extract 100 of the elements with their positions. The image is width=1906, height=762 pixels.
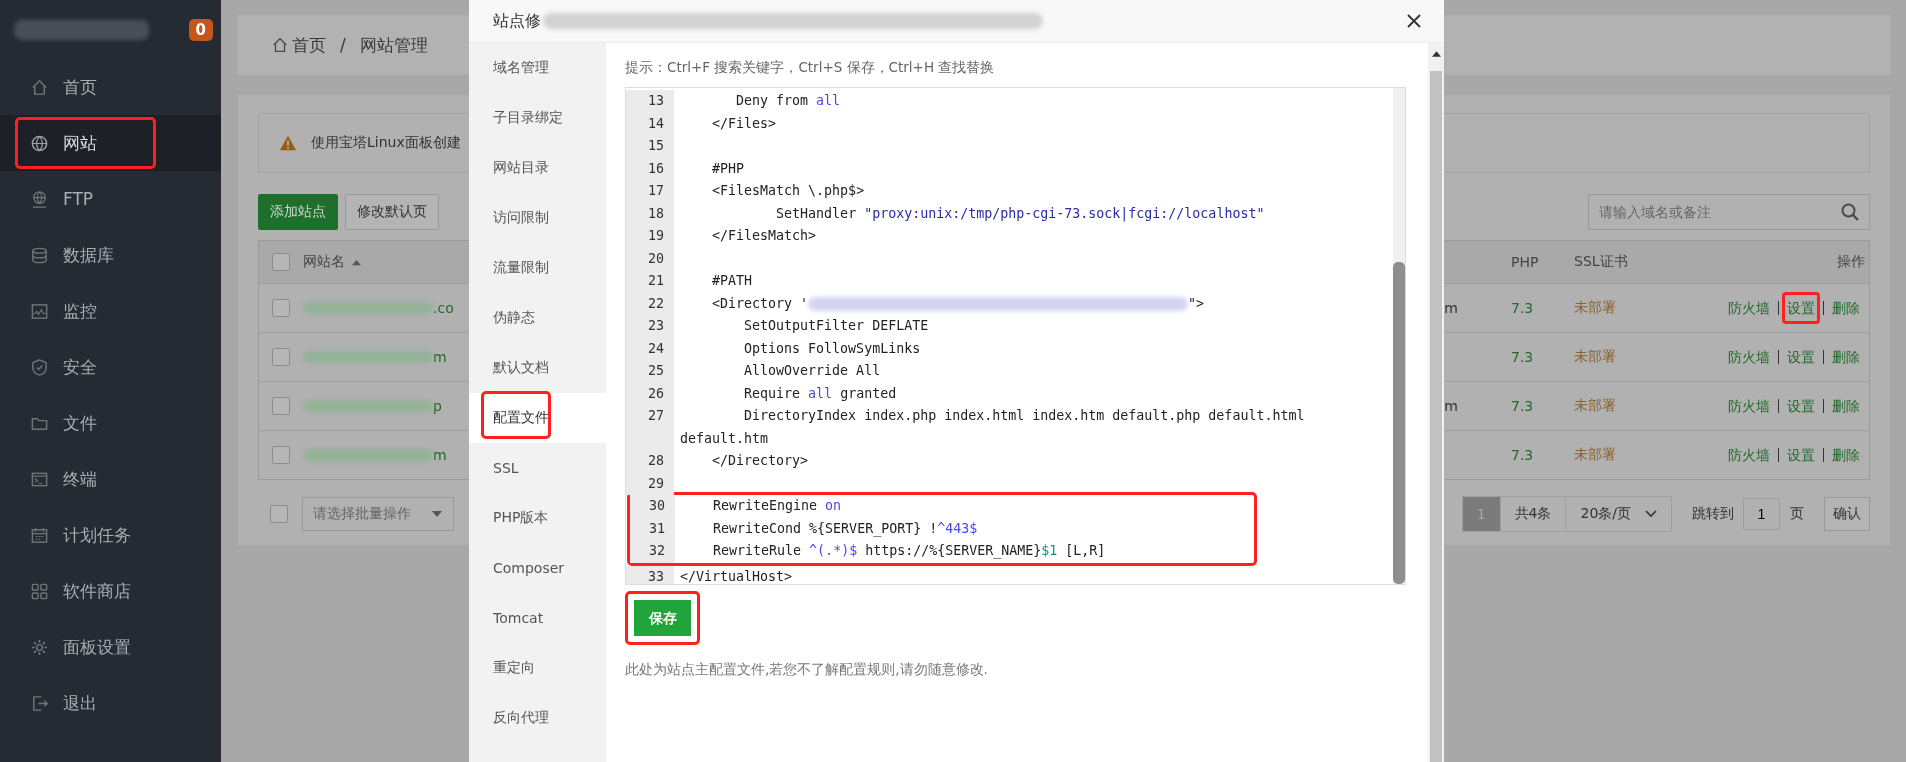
toolbar-button[interactable]: 修改默认页 bbox=[345, 193, 439, 230]
site-name-link[interactable]: m bbox=[433, 349, 447, 365]
close-icon[interactable] bbox=[1406, 13, 1422, 29]
sidebar-item[interactable]: 退出 bbox=[0, 675, 221, 731]
checkbox[interactable] bbox=[272, 299, 290, 317]
action-link[interactable]: 删除 bbox=[1827, 341, 1865, 373]
settings-tab[interactable]: SSL bbox=[469, 443, 606, 493]
line-number: 15 bbox=[626, 135, 674, 158]
column-header[interactable]: 网站名 bbox=[303, 253, 345, 271]
php-version-link[interactable]: 7.3 bbox=[1511, 447, 1534, 463]
line-number: 28 bbox=[626, 450, 674, 473]
page-input[interactable]: 1 bbox=[1743, 497, 1780, 530]
checkbox[interactable] bbox=[270, 504, 288, 523]
sidebar-item[interactable]: 安全 bbox=[0, 339, 221, 395]
settings-tab[interactable]: Tomcat bbox=[469, 593, 606, 643]
search-icon[interactable] bbox=[1840, 201, 1860, 222]
sidebar-item[interactable]: 首页 bbox=[0, 59, 221, 115]
line-number: 21 bbox=[626, 270, 674, 293]
checkbox[interactable] bbox=[272, 446, 290, 464]
settings-tab[interactable]: Composer bbox=[469, 543, 606, 593]
settings-tab[interactable]: 伪静态 bbox=[469, 293, 606, 343]
sidebar-item[interactable]: FTP bbox=[0, 171, 221, 227]
php-version-link[interactable]: 7.3 bbox=[1511, 300, 1534, 316]
action-link[interactable]: 删除 bbox=[1827, 390, 1865, 422]
site-name-link[interactable]: p bbox=[433, 398, 442, 414]
breadcrumb-current: 网站管理 bbox=[359, 33, 428, 57]
line-number: 25 bbox=[626, 360, 674, 383]
notice-text: 使用宝塔Linux面板创建 bbox=[311, 134, 461, 152]
settings-tab[interactable]: 重定向 bbox=[469, 643, 606, 693]
sidebar-item[interactable]: 计划任务 bbox=[0, 507, 221, 563]
action-link[interactable]: 防火墙 bbox=[1723, 292, 1775, 324]
sort-up-icon[interactable] bbox=[351, 258, 362, 266]
calendar-icon bbox=[30, 525, 49, 545]
column-header: PHP bbox=[1511, 254, 1539, 270]
sidebar-item[interactable]: 网站 bbox=[0, 115, 221, 171]
scrollbar[interactable] bbox=[1428, 43, 1444, 762]
checkbox[interactable] bbox=[272, 348, 290, 366]
action-link[interactable]: 设置 bbox=[1782, 439, 1820, 471]
code-line: SetHandler "proxy:unix:/tmp/php-cgi-73.sock|fcgi://localhost" bbox=[775, 204, 1266, 224]
action-link[interactable]: 设置 bbox=[1782, 341, 1820, 373]
code-editor[interactable] bbox=[625, 87, 1406, 585]
confirm-button[interactable]: 确认 bbox=[1824, 496, 1870, 531]
home-icon bbox=[271, 36, 289, 54]
caret-icon bbox=[431, 509, 443, 518]
sidebar-item[interactable]: 数据库 bbox=[0, 227, 221, 283]
checkbox[interactable] bbox=[272, 397, 290, 415]
action-link[interactable]: 防火墙 bbox=[1723, 341, 1775, 373]
settings-tab[interactable]: 配置文件 bbox=[469, 393, 606, 443]
code-line: Require all granted bbox=[743, 384, 898, 403]
line-number: 27 bbox=[626, 405, 674, 450]
php-version-link[interactable]: 7.3 bbox=[1511, 349, 1534, 365]
action-link[interactable]: 设置 bbox=[1782, 292, 1820, 324]
sidebar-item[interactable]: 面板设置 bbox=[0, 619, 221, 675]
line-number: 24 bbox=[626, 337, 674, 360]
action-link[interactable]: 设置 bbox=[1782, 390, 1820, 422]
sidebar-item[interactable]: 终端 bbox=[0, 451, 221, 507]
code-text: "> bbox=[1188, 295, 1205, 311]
action-link[interactable]: 删除 bbox=[1827, 439, 1865, 471]
action-link[interactable]: 删除 bbox=[1827, 292, 1865, 324]
settings-tab[interactable]: PHP版本 bbox=[469, 493, 606, 543]
line-number: 29 bbox=[626, 472, 674, 495]
site-name-link[interactable]: m bbox=[433, 447, 447, 463]
settings-tab[interactable]: 流量限制 bbox=[469, 243, 606, 293]
exit-icon bbox=[30, 693, 49, 713]
scroll-up-icon[interactable] bbox=[1431, 51, 1441, 57]
settings-tab[interactable]: 反向代理 bbox=[469, 693, 606, 743]
line-number: 16 bbox=[626, 157, 674, 180]
home-icon bbox=[30, 77, 49, 97]
settings-tab[interactable]: 子目录绑定 bbox=[469, 93, 606, 143]
breadcrumb-link[interactable]: 首页 bbox=[292, 33, 326, 57]
settings-tab[interactable]: 网站目录 bbox=[469, 143, 606, 193]
settings-tab[interactable]: 默认文档 bbox=[469, 343, 606, 393]
sidebar-item[interactable]: 监控 bbox=[0, 283, 221, 339]
table-cell: m bbox=[1444, 398, 1458, 414]
code-line: RewriteRule ^(.*)$ https://%{SERVER_NAME}$1 [L,R] bbox=[712, 542, 1107, 561]
page-unit: 页 bbox=[1790, 504, 1804, 523]
sidebar-item[interactable]: 文件 bbox=[0, 395, 221, 451]
globe-icon bbox=[30, 133, 49, 153]
line-number: 33 bbox=[626, 565, 674, 584]
code-text: <Directory ' bbox=[711, 295, 809, 311]
search-field[interactable]: 请输入域名或备注 bbox=[1588, 193, 1870, 230]
scrollbar[interactable] bbox=[1393, 88, 1405, 584]
line-number: 20 bbox=[626, 247, 674, 270]
sidebar-item[interactable]: 软件商店 bbox=[0, 563, 221, 619]
php-version-link[interactable]: 7.3 bbox=[1511, 398, 1534, 414]
add-site-button[interactable]: 添加站点 bbox=[258, 193, 338, 230]
globe-stand-icon bbox=[30, 189, 49, 209]
site-name-link[interactable]: .co bbox=[433, 300, 454, 316]
action-link[interactable]: 防火墙 bbox=[1723, 390, 1775, 422]
settings-tab[interactable]: 域名管理 bbox=[469, 43, 606, 93]
grid-icon bbox=[30, 581, 49, 601]
settings-tab[interactable]: 访问限制 bbox=[469, 193, 606, 243]
code-line: DirectoryIndex index.php index.html index.htm default.php default.html default.htm bbox=[679, 407, 1306, 448]
column-header: 操作 bbox=[1837, 253, 1865, 271]
action-link[interactable]: 防火墙 bbox=[1723, 439, 1775, 471]
code-line: AllowOverride All bbox=[743, 362, 882, 380]
code-line: Options FollowSymLinks bbox=[743, 339, 922, 358]
checkbox[interactable] bbox=[272, 253, 290, 271]
code-line: <FilesMatch \.php$> bbox=[711, 182, 866, 200]
save-button[interactable]: 保存 bbox=[625, 591, 700, 645]
